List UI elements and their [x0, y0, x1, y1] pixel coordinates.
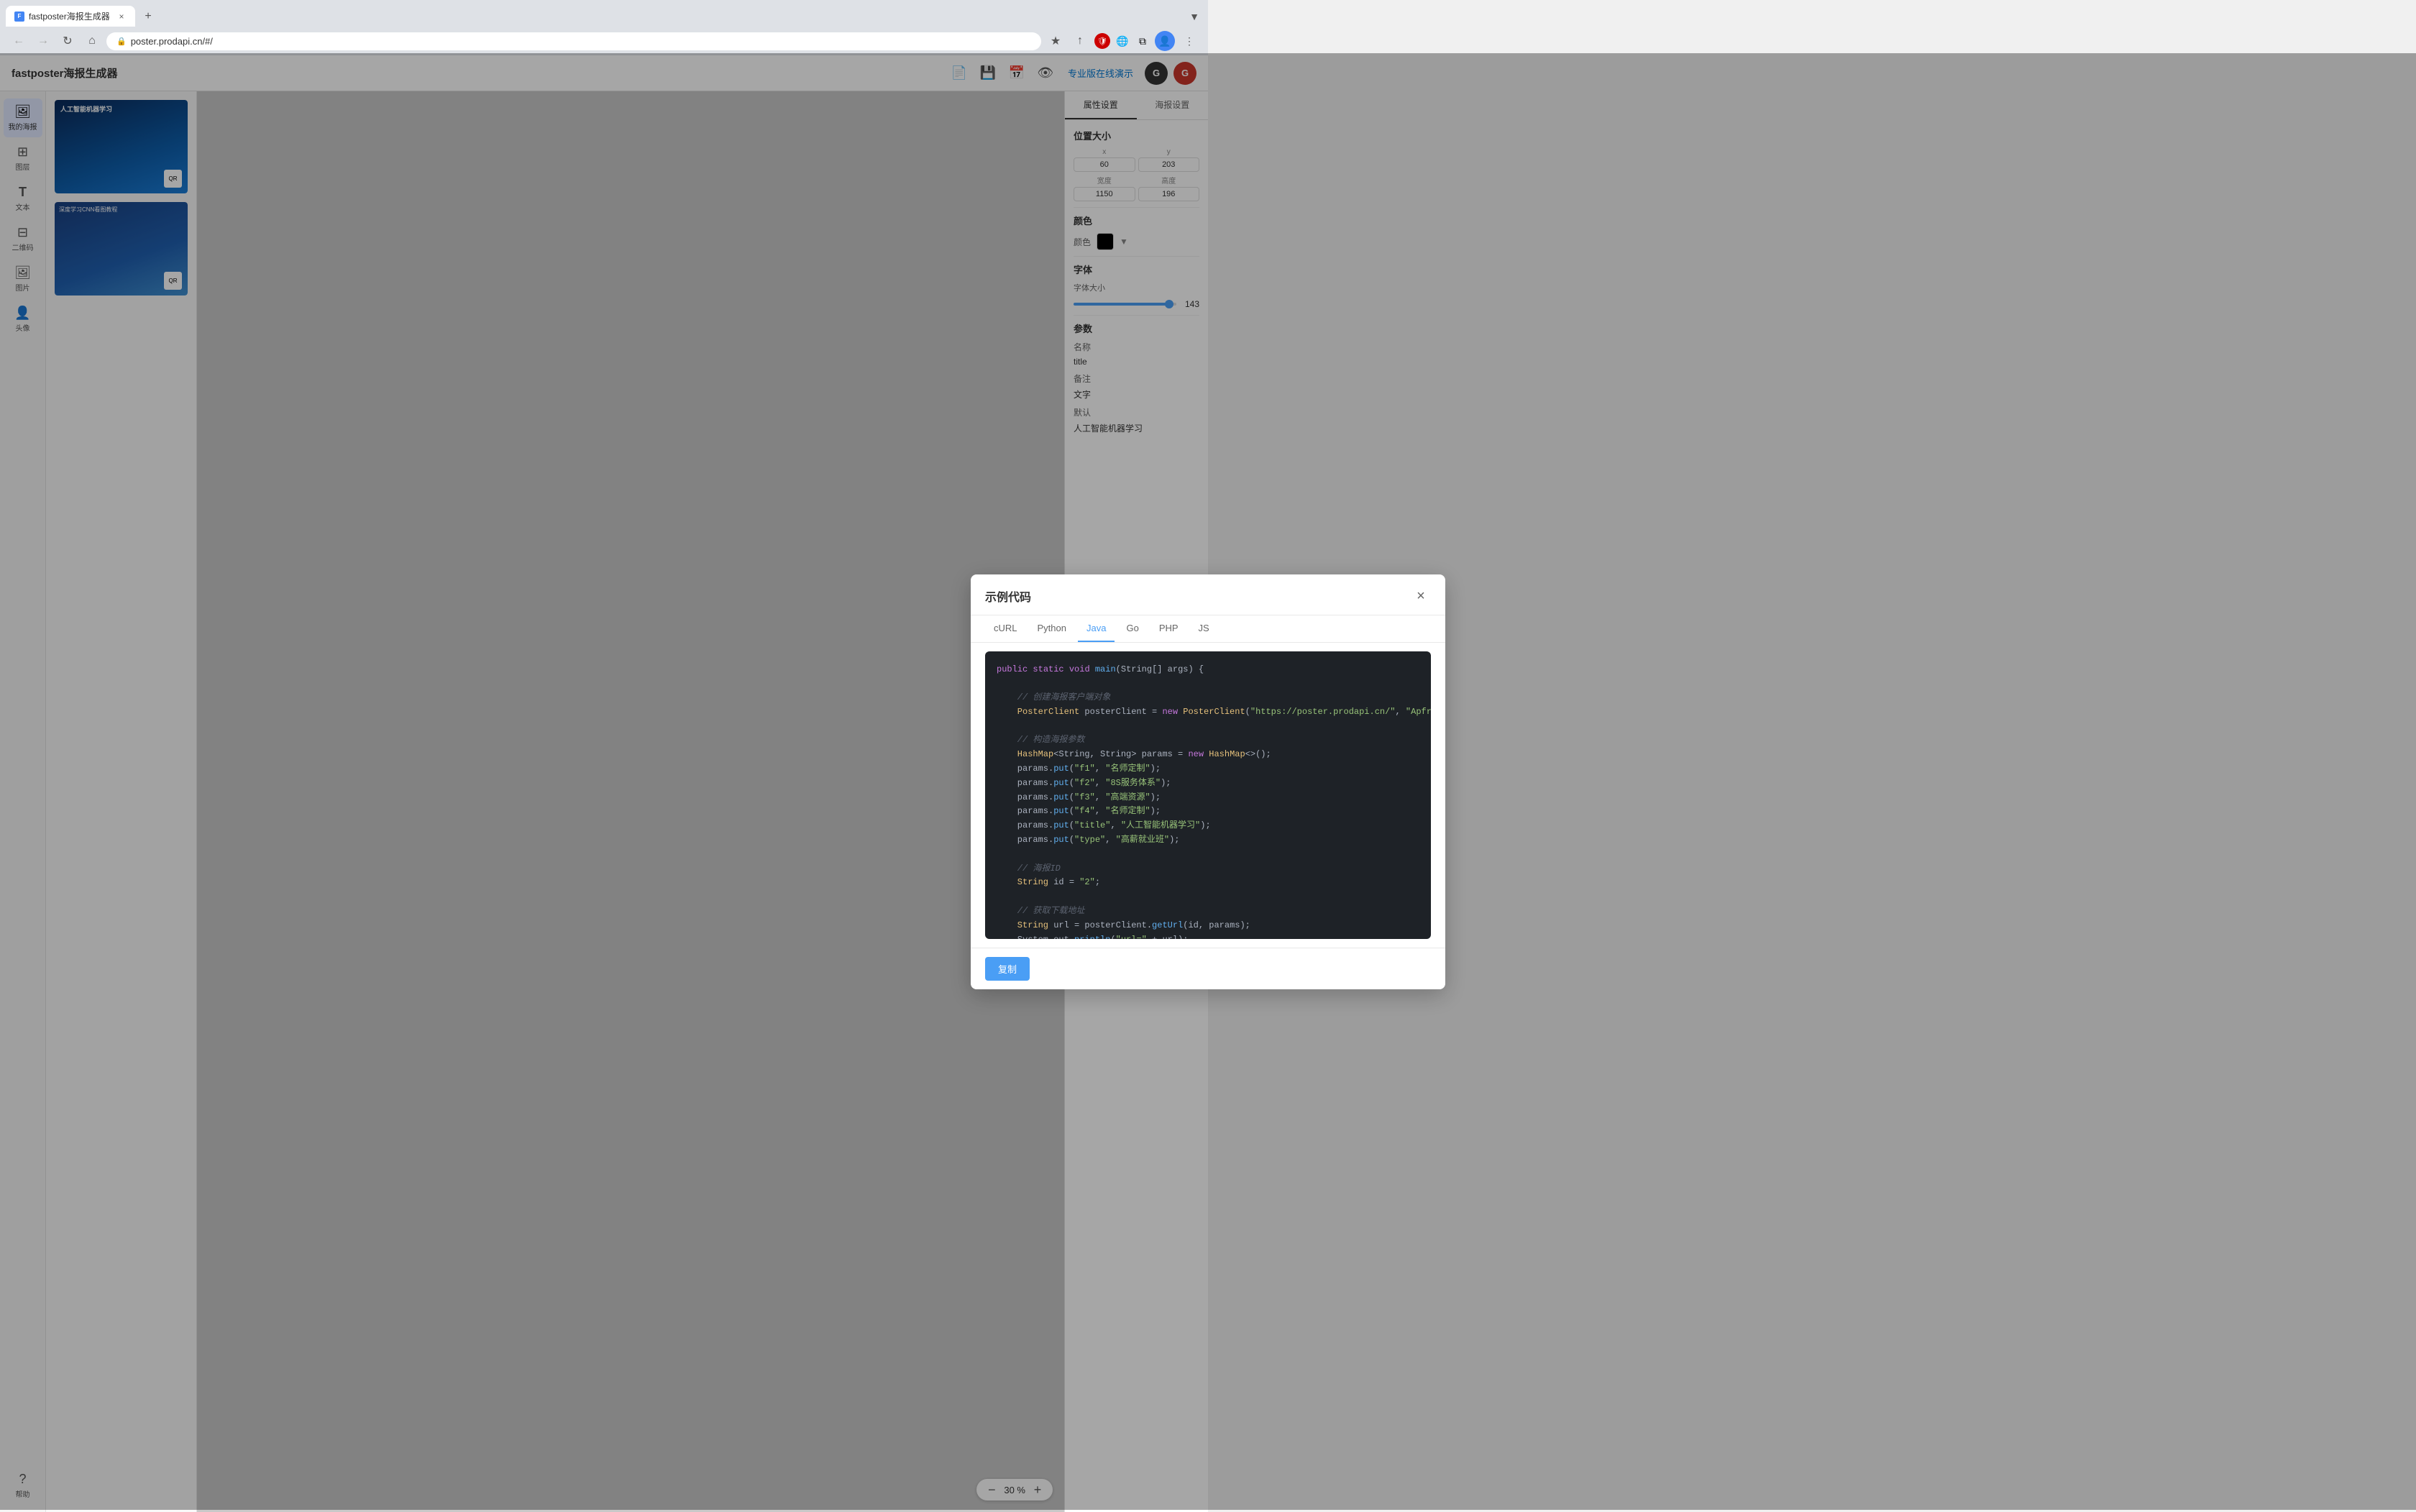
modal-tab-java[interactable]: Java: [1078, 615, 1115, 642]
extension-puzzle[interactable]: ⧉: [1135, 33, 1150, 49]
minimize-button[interactable]: ▼: [1186, 9, 1202, 24]
share-button[interactable]: ↑: [1070, 31, 1090, 51]
active-tab[interactable]: F fastposter海报生成器 ×: [6, 6, 135, 27]
code-line-blank-2: [997, 720, 1419, 734]
code-line-blank-4: [997, 890, 1419, 904]
tab-title: fastposter海报生成器: [29, 10, 112, 22]
modal-tabs: cURL Python Java Go PHP JS: [971, 615, 1445, 643]
new-tab-button[interactable]: +: [138, 6, 158, 27]
reload-button[interactable]: ↻: [58, 31, 78, 51]
modal-title: 示例代码: [985, 587, 1031, 605]
modal-overlay[interactable]: 示例代码 × cURL Python Java Go PHP JS public…: [0, 53, 2416, 1510]
code-line-f3: params.put("f3", "高端资源");: [997, 791, 1419, 805]
modal-body: public static void main(String[] args) {…: [971, 643, 1445, 948]
forward-button[interactable]: →: [33, 31, 53, 51]
profile-button[interactable]: 👤: [1155, 31, 1175, 51]
extension-shield[interactable]: 🛡: [1094, 33, 1110, 49]
extension-translate[interactable]: 🌐: [1115, 33, 1130, 49]
code-line-type: params.put("type", "高薪就业班");: [997, 833, 1419, 848]
modal-footer: 复制: [971, 948, 1445, 989]
url-bar[interactable]: 🔒 poster.prodapi.cn/#/: [106, 32, 1041, 50]
code-line-blank-1: [997, 677, 1419, 691]
url-lock-icon: 🔒: [116, 37, 127, 46]
modal: 示例代码 × cURL Python Java Go PHP JS public…: [971, 574, 1445, 989]
modal-close-button[interactable]: ×: [1411, 586, 1431, 606]
code-line-blank-3: [997, 848, 1419, 862]
code-line-comment-3: // 海报ID: [997, 862, 1419, 876]
code-line-id: String id = "2";: [997, 876, 1419, 890]
code-line-f2: params.put("f2", "8S服务体系");: [997, 776, 1419, 791]
browser-chrome: F fastposter海报生成器 × + ▼ ← → ↻ ⌂ 🔒 poster…: [0, 0, 1208, 55]
code-line-comment-2: // 构造海报参数: [997, 733, 1419, 748]
modal-tab-python[interactable]: Python: [1029, 615, 1075, 642]
modal-header: 示例代码 ×: [971, 574, 1445, 615]
code-line-println: System.out.println("url=" + url);: [997, 933, 1419, 939]
bookmark-button[interactable]: ★: [1045, 31, 1066, 51]
modal-tab-js[interactable]: JS: [1190, 615, 1218, 642]
home-button[interactable]: ⌂: [82, 31, 102, 51]
modal-tab-curl[interactable]: cURL: [985, 615, 1026, 642]
code-line-f4: params.put("f4", "名师定制");: [997, 805, 1419, 819]
modal-tab-php[interactable]: PHP: [1150, 615, 1187, 642]
code-line-hashmap: HashMap<String, String> params = new Has…: [997, 748, 1419, 762]
code-line-1: public static void main(String[] args) {: [997, 663, 1419, 677]
code-block[interactable]: public static void main(String[] args) {…: [985, 651, 1431, 939]
copy-button[interactable]: 复制: [985, 957, 1030, 981]
tab-close-icon[interactable]: ×: [116, 12, 127, 22]
code-line-comment-4: // 获取下载地址: [997, 904, 1419, 919]
code-line-comment-1: // 创建海报客户端对象: [997, 691, 1419, 705]
tab-favicon: F: [14, 12, 24, 22]
url-text: poster.prodapi.cn/#/: [131, 36, 1031, 47]
back-button[interactable]: ←: [9, 31, 29, 51]
menu-button[interactable]: ⋮: [1179, 31, 1199, 51]
modal-tab-go[interactable]: Go: [1117, 615, 1147, 642]
code-line-title: params.put("title", "人工智能机器学习");: [997, 819, 1419, 833]
code-line-f1: params.put("f1", "名师定制");: [997, 762, 1419, 776]
code-line-client: PosterClient posterClient = new PosterCl…: [997, 705, 1419, 720]
tab-bar: F fastposter海报生成器 × + ▼: [0, 0, 1208, 27]
code-line-url: String url = posterClient.getUrl(id, par…: [997, 919, 1419, 933]
address-bar: ← → ↻ ⌂ 🔒 poster.prodapi.cn/#/ ★ ↑ 🛡 🌐 ⧉…: [0, 27, 1208, 55]
